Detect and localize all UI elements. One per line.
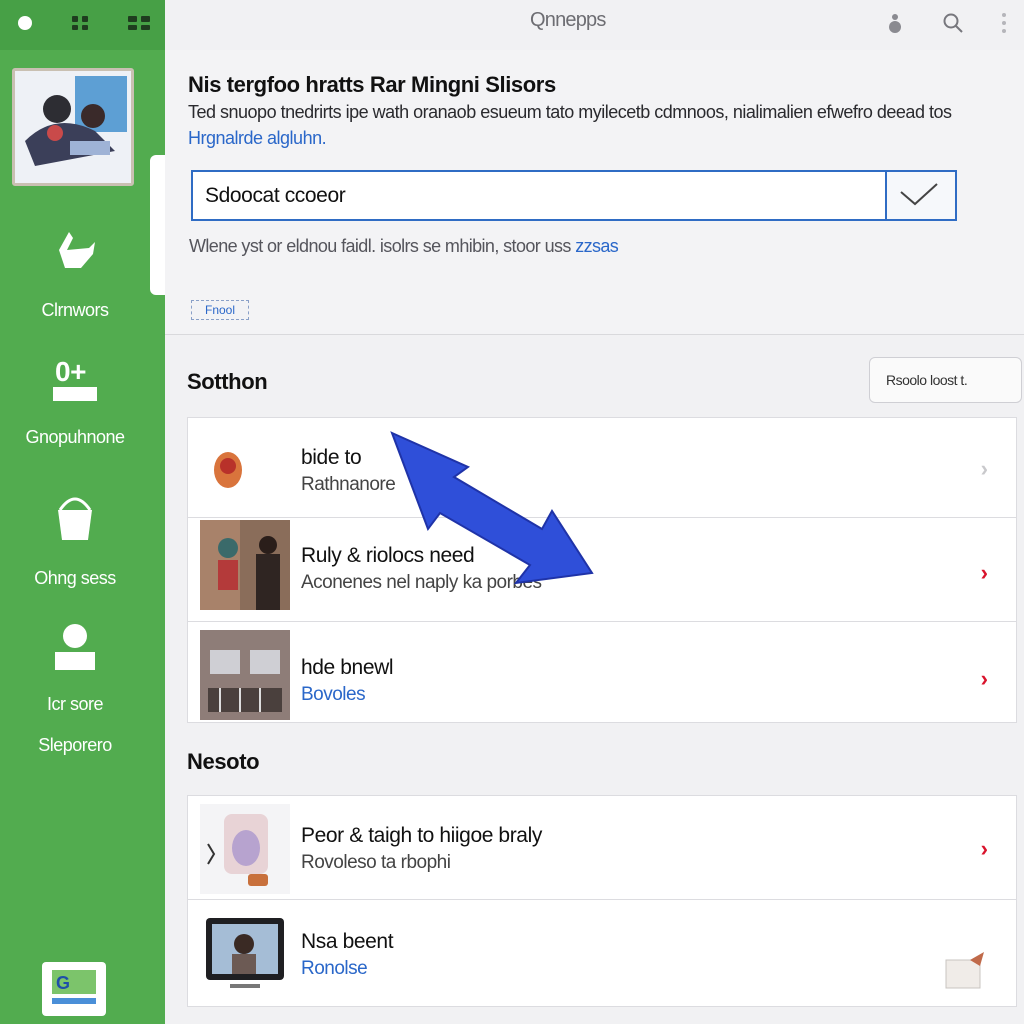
thumbnail-image bbox=[206, 432, 276, 502]
list-item[interactable]: bide to Rathnanore › bbox=[188, 418, 1016, 518]
search-hint: Wlene yst or eldnou faidl. isolrs se mhi… bbox=[189, 236, 619, 257]
sidebar-toolbar bbox=[0, 0, 165, 50]
search-submit-button[interactable] bbox=[885, 172, 955, 219]
bucket-icon bbox=[58, 497, 92, 540]
search-input[interactable] bbox=[193, 172, 887, 219]
item-thumbnail bbox=[200, 912, 290, 1002]
avatar-image bbox=[15, 71, 131, 183]
hand-pointer-icon bbox=[59, 232, 95, 268]
item-title: Ruly & riolocs need bbox=[301, 544, 475, 567]
thumbnail-image bbox=[200, 912, 290, 1002]
item-subtitle: Rovoleso ta rbophi bbox=[301, 852, 451, 873]
thumbnail-image bbox=[200, 520, 290, 610]
sidebar-item-sleporero[interactable]: Sleporero bbox=[0, 725, 150, 765]
item-thumbnail bbox=[200, 630, 290, 720]
chevron-right-icon: › bbox=[980, 456, 988, 481]
search-hint-text: Wlene yst or eldnou faidl. isolrs se mhi… bbox=[189, 236, 571, 256]
section-list: Peor & taigh to hiigoe braly Rovoleso ta… bbox=[187, 795, 1017, 1007]
sort-dropdown-label: Rsoolo loost t. bbox=[886, 372, 968, 388]
sidebar-notch bbox=[150, 155, 165, 295]
sidebar-item-label: Sleporero bbox=[38, 735, 112, 755]
item-title: hde bnewl bbox=[301, 656, 394, 679]
item-subtitle[interactable]: Bovoles bbox=[301, 684, 366, 706]
plus-minus-icon: 0+ bbox=[53, 356, 97, 401]
chevron-right-icon: › bbox=[980, 836, 988, 861]
item-title: Peor & taigh to hiigoe braly bbox=[301, 824, 542, 847]
check-icon bbox=[900, 183, 938, 206]
sidebar-item-label: Clrnwors bbox=[41, 300, 109, 320]
search-hint-link[interactable]: zzsas bbox=[575, 236, 619, 256]
list-item[interactable]: Peor & taigh to hiigoe braly Rovoleso ta… bbox=[188, 796, 1016, 900]
sidebar-item-clrnwors[interactable]: Clrnwors bbox=[0, 228, 150, 330]
description-link[interactable]: Hrgnalrde algluhn. bbox=[188, 128, 327, 149]
chevron-right-icon: › bbox=[980, 666, 988, 691]
sidebar-item-icr-sore[interactable]: Icr sore bbox=[0, 622, 150, 724]
small-action-button[interactable]: Fnool bbox=[191, 300, 249, 320]
app-badge-graphic: G bbox=[52, 970, 96, 1004]
sidebar: Clrnwors 0+ Gnopuhnone Ohng sess Icr sor… bbox=[0, 0, 165, 1024]
thumbnail-image bbox=[200, 630, 290, 720]
section-title: Sotthon bbox=[187, 369, 268, 394]
more-icon[interactable] bbox=[993, 12, 1015, 34]
search-bar bbox=[191, 170, 957, 221]
user-icon[interactable] bbox=[887, 12, 903, 34]
person-icon bbox=[55, 624, 95, 670]
sidebar-item-ohng-sess[interactable]: Ohng sess bbox=[0, 490, 150, 598]
top-bar: Qnnepps bbox=[165, 0, 1024, 46]
app-title: Qnnepps bbox=[530, 9, 606, 31]
thumbnail-image bbox=[200, 804, 290, 894]
section-list: bide to Rathnanore › Ruly & riolocs need… bbox=[187, 417, 1017, 723]
app-badge-icon[interactable]: G bbox=[42, 962, 106, 1016]
item-thumbnail bbox=[206, 432, 276, 502]
item-title: Nsa beent bbox=[301, 930, 394, 953]
chevron-right-icon: › bbox=[980, 560, 988, 585]
sort-dropdown[interactable]: Rsoolo loost t. bbox=[869, 357, 1022, 403]
item-subtitle[interactable]: Ronolse bbox=[301, 958, 368, 980]
list-item[interactable]: Ruly & riolocs need Aconenes nel naply k… bbox=[188, 518, 1016, 622]
item-title: bide to bbox=[301, 446, 362, 469]
bookmark-corner-icon[interactable] bbox=[944, 950, 988, 990]
page-description: Ted snuopo tnedrirts ipe wath oranaob es… bbox=[188, 102, 952, 122]
sidebar-item-gnopuhnone[interactable]: 0+ Gnopuhnone bbox=[0, 355, 150, 457]
sidebar-item-label: Gnopuhnone bbox=[25, 427, 125, 447]
record-dot-icon[interactable] bbox=[18, 16, 32, 30]
apps-icon[interactable] bbox=[128, 16, 150, 30]
svg-text:0+: 0+ bbox=[55, 356, 86, 387]
list-item[interactable]: hde bnewl Bovoles › bbox=[188, 622, 1016, 722]
intro-panel: Nis tergfoo hratts Rar Mingni Slisors Te… bbox=[165, 50, 1024, 335]
sidebar-item-label: Ohng sess bbox=[34, 568, 116, 588]
list-item[interactable]: Nsa beent Ronolse bbox=[188, 900, 1016, 1006]
item-thumbnail bbox=[200, 804, 290, 894]
profile-avatar[interactable] bbox=[12, 68, 134, 186]
page-title: Nis tergfoo hratts Rar Mingni Slisors bbox=[188, 72, 556, 97]
item-subtitle: Aconenes nel naply ka porbes bbox=[301, 572, 542, 593]
grid-icon[interactable] bbox=[72, 16, 88, 30]
section-title: Nesoto bbox=[187, 749, 260, 774]
search-icon[interactable] bbox=[942, 12, 964, 34]
svg-text:G: G bbox=[56, 973, 70, 993]
item-subtitle: Rathnanore bbox=[301, 474, 396, 495]
sidebar-item-label: Icr sore bbox=[46, 694, 104, 714]
item-thumbnail bbox=[200, 520, 290, 610]
